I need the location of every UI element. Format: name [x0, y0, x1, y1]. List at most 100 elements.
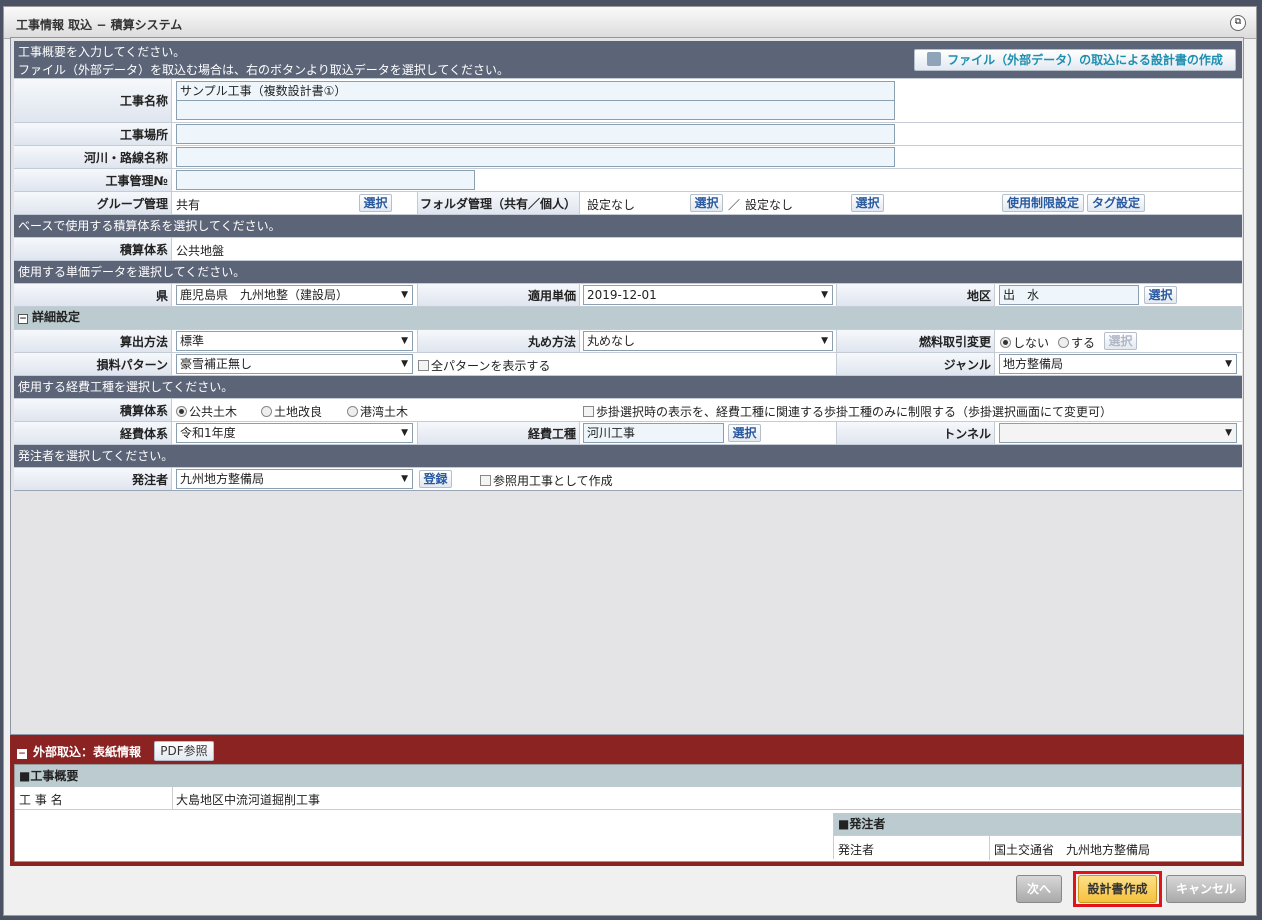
external-import-title: 外部取込：表紙情報 — [33, 745, 142, 759]
tunnel-select[interactable]: ▼ — [999, 423, 1237, 443]
orderer-row: 発注者 九州地方整備局 ▼ 登録 参照用工事として作成 — [14, 468, 1242, 491]
file-import-icon — [927, 52, 942, 66]
checkbox-icon — [418, 360, 429, 371]
window-title: 工事情報 取込 − 積算システム — [16, 18, 183, 32]
opt-port-civil-radio[interactable]: 港湾土木 — [347, 403, 408, 420]
calc-select-value: 標準 — [180, 334, 205, 348]
dropdown-arrow-icon: ▼ — [1225, 428, 1232, 438]
tag-settings-button[interactable]: タグ設定 — [1087, 194, 1145, 212]
base-system-row: 積算体系 公共地盤 — [14, 238, 1242, 261]
base-system-value: 公共地盤 — [176, 244, 225, 258]
koji-name-label: 工事名称 — [14, 79, 172, 122]
dropdown-arrow-icon: ▼ — [821, 336, 828, 346]
collapse-icon[interactable]: − — [18, 314, 28, 324]
loss-select-value: 豪雪補正無し — [180, 357, 253, 371]
exp-system-label: 経費体系 — [14, 422, 172, 444]
area-input[interactable]: 出 水 — [999, 285, 1139, 305]
orderer-info-header: ■発注者 — [834, 813, 1241, 835]
dropdown-arrow-icon: ▼ — [401, 428, 408, 438]
exp-type-select-button[interactable]: 選択 — [728, 424, 761, 442]
opt-land-improve-label: 土地改良 — [274, 405, 323, 419]
area-label: 地区 — [836, 284, 995, 306]
opt-public-civil-label: 公共土木 — [189, 405, 238, 419]
genre-select[interactable]: 地方整備局 ▼ — [999, 354, 1237, 374]
create-design-button[interactable]: 設計書作成 — [1078, 875, 1157, 903]
river-label: 河川・路線名称 — [14, 146, 172, 168]
genre-label: ジャンル — [836, 353, 995, 375]
area-select-button[interactable]: 選択 — [1144, 286, 1177, 304]
pref-select-value: 鹿児島県 九州地整（建設局） — [180, 288, 349, 302]
group-label: グループ管理 — [14, 192, 172, 214]
folder-select-button-2[interactable]: 選択 — [851, 194, 884, 212]
calc-select[interactable]: 標準 ▼ — [176, 331, 413, 351]
radio-selected-icon — [1000, 337, 1011, 348]
date-select[interactable]: 2019-12-01 ▼ — [583, 285, 833, 305]
reference-checkbox[interactable]: 参照用工事として作成 — [480, 472, 613, 489]
cover-info: ■工事概要 工 事 名 大島地区中流河道掘削工事 ■発注者 発注者 国土交通省 … — [14, 764, 1242, 862]
loss-select[interactable]: 豪雪補正無し ▼ — [176, 354, 413, 374]
river-input[interactable] — [176, 147, 895, 167]
date-select-value: 2019-12-01 — [587, 288, 657, 302]
title-bar: 工事情報 取込 − 積算システム ⧉ — [4, 7, 1256, 39]
orderer-header: 発注者を選択してください。 — [14, 445, 1242, 468]
koji-no-input[interactable] — [176, 170, 475, 190]
import-file-label: ファイル（外部データ）の取込による設計書の作成 — [947, 53, 1223, 67]
restrict-checkbox[interactable]: 歩掛選択時の表示を、経費工種に関連する歩掛工種のみに制限する（歩掛選択画面にて変… — [583, 403, 1112, 420]
main-form-area: 工事概要を入力してください。 ファイル（外部データ）を取込む場合は、右のボタンよ… — [10, 37, 1244, 735]
dropdown-arrow-icon: ▼ — [401, 359, 408, 369]
round-label: 丸め方法 — [417, 330, 580, 352]
checkbox-icon — [480, 475, 491, 486]
round-select[interactable]: 丸めなし ▼ — [583, 331, 833, 351]
orderer-info-value: 国土交通省 九州地方整備局 — [994, 843, 1151, 857]
project-name-value: 大島地区中流河道掘削工事 — [176, 793, 321, 807]
opt-public-civil-radio[interactable]: 公共土木 — [176, 403, 237, 420]
koji-no-row: 工事管理№ — [14, 169, 1242, 192]
koji-name-input-2[interactable] — [176, 100, 895, 120]
orderer-select[interactable]: 九州地方整備局 ▼ — [176, 469, 413, 489]
expense-header: 使用する経費工種を選択してください。 — [14, 376, 1242, 399]
koji-name-input[interactable]: サンプル工事（複数設計書①） — [176, 81, 895, 101]
restore-icon[interactable]: ⧉ — [1230, 15, 1246, 31]
intro-header: 工事概要を入力してください。 ファイル（外部データ）を取込む場合は、右のボタンよ… — [14, 41, 1242, 79]
detail-header[interactable]: − 詳細設定 — [14, 307, 1242, 330]
pdf-view-button[interactable]: PDF参照 — [154, 741, 214, 761]
loss-row: 損料パターン 豪雪補正無し ▼ 全パターンを表示する ジャンル 地方整備局 ▼ — [14, 353, 1242, 376]
koji-no-label: 工事管理№ — [14, 169, 172, 191]
unit-price-row: 県 鹿児島県 九州地整（建設局） ▼ 適用単価 2019-12-01 ▼ 地区 出 … — [14, 284, 1242, 307]
fuel-select-button[interactable]: 選択 — [1104, 332, 1137, 350]
external-import-title-wrap: − 外部取込：表紙情報 — [17, 743, 141, 760]
exp-system-select[interactable]: 令和1年度 ▼ — [176, 423, 413, 443]
cancel-button[interactable]: キャンセル — [1166, 875, 1246, 903]
next-button[interactable]: 次へ — [1016, 875, 1062, 903]
base-system-label: 積算体系 — [14, 238, 172, 260]
dropdown-arrow-icon: ▼ — [401, 290, 408, 300]
group-select-button[interactable]: 選択 — [359, 194, 392, 212]
external-import-panel: − 外部取込：表紙情報 PDF参照 ■工事概要 工 事 名 大島地区中流河道掘削工… — [10, 735, 1244, 866]
collapse-icon[interactable]: − — [17, 749, 27, 759]
orderer-select-value: 九州地方整備局 — [180, 472, 265, 486]
fuel-label: 燃料取引変更 — [836, 330, 995, 352]
dropdown-arrow-icon: ▼ — [821, 290, 828, 300]
koji-place-input[interactable] — [176, 124, 895, 144]
pref-select[interactable]: 鹿児島県 九州地整（建設局） ▼ — [176, 285, 413, 305]
round-select-value: 丸めなし — [587, 334, 636, 348]
folder-select-button-1[interactable]: 選択 — [690, 194, 723, 212]
opt-land-improve-radio[interactable]: 土地改良 — [261, 403, 322, 420]
fuel-yes-radio[interactable]: する — [1058, 334, 1095, 351]
show-all-patterns-checkbox[interactable]: 全パターンを表示する — [418, 357, 550, 374]
fuel-no-radio[interactable]: しない — [1000, 334, 1049, 351]
koji-place-label: 工事場所 — [14, 123, 172, 145]
exp-type-input[interactable]: 河川工事 — [583, 423, 724, 443]
reference-label: 参照用工事として作成 — [493, 474, 613, 488]
base-system-header: ベースで使用する積算体系を選択してください。 — [14, 215, 1242, 238]
dropdown-arrow-icon: ▼ — [401, 336, 408, 346]
folder-value-1: 設定なし — [587, 198, 636, 212]
calc-label: 算出方法 — [14, 330, 172, 352]
show-all-patterns-label: 全パターンを表示する — [431, 359, 551, 373]
group-row: グループ管理 共有 選択 フォルダ管理（共有／個人） 設定なし 選択 ／ 設定な… — [14, 192, 1242, 215]
restrict-label: 歩掛選択時の表示を、経費工種に関連する歩掛工種のみに制限する（歩掛選択画面にて変… — [596, 405, 1113, 419]
import-file-button[interactable]: ファイル（外部データ）の取込による設計書の作成 — [914, 49, 1236, 71]
overview-row: 工 事 名 大島地区中流河道掘削工事 — [15, 787, 1241, 810]
usage-limit-button[interactable]: 使用制限設定 — [1002, 194, 1084, 212]
orderer-register-button[interactable]: 登録 — [419, 470, 452, 488]
